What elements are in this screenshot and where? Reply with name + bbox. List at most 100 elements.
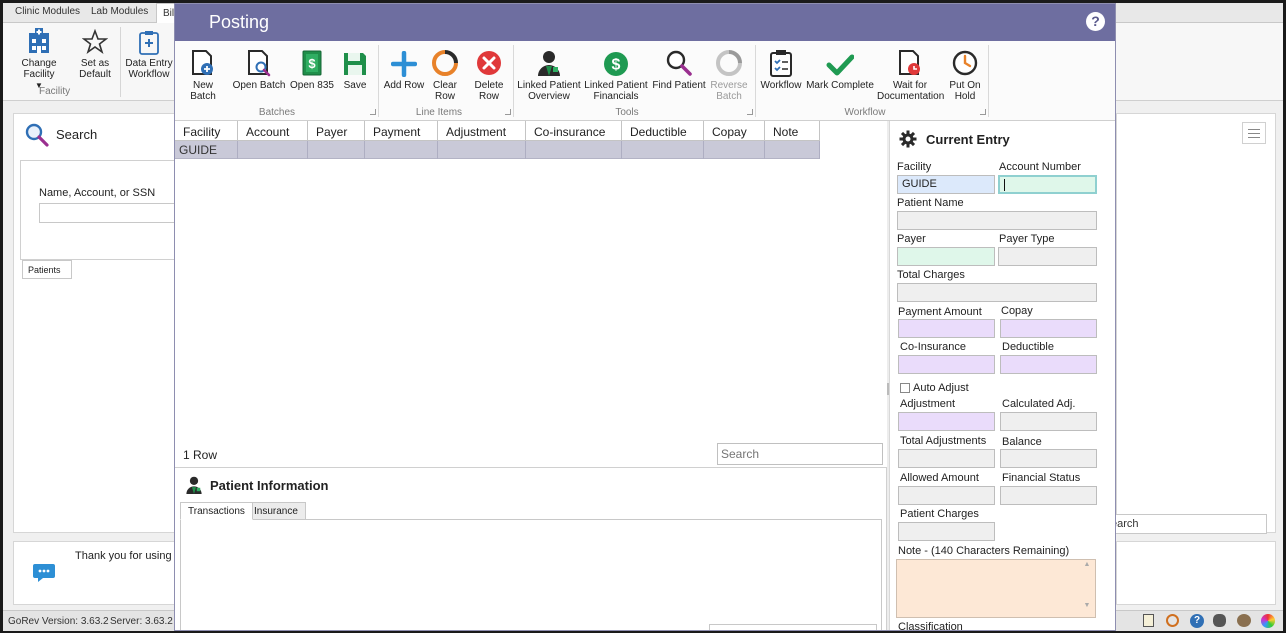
data-entry-clipboard-icon [139, 31, 159, 55]
gear-icon [899, 130, 917, 148]
cell-deductible[interactable] [622, 141, 704, 159]
adjustment-field[interactable] [898, 412, 995, 431]
note-label: Note - (140 Characters Remaining) [898, 545, 1070, 557]
hospital-icon [29, 28, 49, 53]
tab-transactions[interactable]: Transactions [180, 502, 253, 520]
open-835-button[interactable]: $ Open 835 [289, 47, 335, 91]
cell-account[interactable] [238, 141, 308, 159]
save-button[interactable]: Save [337, 47, 373, 91]
note-scrollbar[interactable]: ▲ ▼ [1080, 561, 1094, 616]
cell-co-insurance[interactable] [526, 141, 622, 159]
mark-complete-button[interactable]: Mark Complete [805, 47, 875, 91]
copay-field[interactable] [1000, 319, 1097, 338]
chat-bubble-icon[interactable] [32, 560, 56, 584]
column-header-deductible[interactable]: Deductible [622, 121, 704, 141]
cell-adjustment[interactable] [438, 141, 526, 159]
deductible-field[interactable] [1000, 355, 1097, 374]
cell-note[interactable] [765, 141, 820, 159]
column-header-adjustment[interactable]: Adjustment [438, 121, 526, 141]
payer-field[interactable] [897, 247, 995, 266]
patients-tab[interactable]: Patients [22, 260, 72, 279]
ribbon-separator [378, 45, 379, 117]
facility-field[interactable]: GUIDE [897, 175, 995, 194]
total-adjustments-field[interactable] [898, 449, 995, 468]
transactions-search-input[interactable] [709, 624, 877, 630]
payment-amount-field[interactable] [898, 319, 995, 338]
clear-row-button[interactable]: Clear Row [428, 47, 462, 102]
tab-clinic-modules[interactable]: Clinic Modules [15, 6, 80, 17]
right-search-input[interactable]: earch [1107, 514, 1267, 534]
column-header-account[interactable]: Account [238, 121, 308, 141]
column-header-co-insurance[interactable]: Co-insurance [526, 121, 622, 141]
column-header-facility[interactable]: Facility [175, 121, 238, 141]
tools-group-expander[interactable] [747, 109, 753, 115]
allowed-amount-field[interactable] [898, 486, 995, 505]
cell-payment[interactable] [365, 141, 438, 159]
auto-adjust-checkbox[interactable] [900, 383, 910, 393]
cell-payer[interactable] [308, 141, 365, 159]
note-textarea[interactable] [896, 559, 1096, 618]
name-account-ssn-input[interactable] [39, 203, 179, 223]
linked-overview-label-1: Linked Patient [517, 80, 581, 91]
workflow-group-expander[interactable] [980, 109, 986, 115]
ribbon-separator [988, 45, 989, 117]
hamburger-menu-icon[interactable] [1242, 122, 1266, 144]
new-batch-button[interactable]: New Batch [179, 47, 227, 102]
line-items-group-expander[interactable] [505, 109, 511, 115]
patient-name-field[interactable] [897, 211, 1097, 230]
checkmark-icon [826, 54, 854, 76]
add-row-button[interactable]: Add Row [382, 47, 426, 91]
data-entry-workflow-button[interactable]: Data Entry Workflow [123, 29, 175, 80]
put-on-hold-button[interactable]: Put On Hold [945, 47, 985, 102]
user-avatar-icon[interactable] [1237, 614, 1251, 627]
reverse-batch-button[interactable]: Reverse Batch [709, 47, 749, 102]
delete-row-button[interactable]: Delete Row [469, 47, 509, 102]
line-items-group-label: Line Items [415, 107, 463, 118]
help-icon[interactable]: ? [1190, 614, 1204, 628]
total-charges-field[interactable] [897, 283, 1097, 302]
total-charges-label: Total Charges [897, 269, 965, 281]
color-wheel-icon[interactable] [1261, 614, 1275, 628]
cell-facility[interactable]: GUIDE [175, 141, 238, 159]
linked-financials-label-2: Financials [593, 91, 639, 102]
find-patient-button[interactable]: Find Patient [651, 47, 707, 91]
co-insurance-field[interactable] [898, 355, 995, 374]
workflow-button[interactable]: Workflow [759, 47, 803, 91]
posting-window: Posting ? New Batch Open Batch $ Open 83… [174, 3, 1116, 631]
gear-orange-icon[interactable] [1166, 614, 1179, 627]
open-batch-button[interactable]: Open Batch [231, 47, 287, 91]
bug-icon[interactable] [1213, 614, 1226, 627]
deductible-label: Deductible [1002, 341, 1054, 353]
scroll-up-icon[interactable]: ▲ [1080, 561, 1094, 568]
help-button[interactable]: ? [1086, 12, 1105, 31]
find-icon [666, 50, 692, 76]
column-header-payer[interactable]: Payer [308, 121, 365, 141]
wait-for-documentation-button[interactable]: Wait for Documentation [877, 47, 944, 102]
account-number-field[interactable] [998, 175, 1097, 194]
payer-type-field[interactable] [998, 247, 1097, 266]
balance-field[interactable] [1000, 449, 1097, 468]
column-header-payment[interactable]: Payment [365, 121, 438, 141]
open-835-icon: $ [302, 50, 322, 76]
column-header-copay[interactable]: Copay [704, 121, 765, 141]
batches-group-expander[interactable] [370, 109, 376, 115]
change-facility-button[interactable]: Change Facility ▼ [7, 27, 71, 91]
cell-copay[interactable] [704, 141, 765, 159]
document-icon[interactable] [1143, 614, 1154, 627]
co-insurance-label: Co-Insurance [900, 341, 967, 353]
tab-insurance[interactable]: Insurance [246, 502, 306, 520]
patient-charges-field[interactable] [898, 522, 995, 541]
calculated-adj-field[interactable] [1000, 412, 1097, 431]
scroll-down-icon[interactable]: ▼ [1080, 602, 1094, 609]
tab-lab-modules[interactable]: Lab Modules [91, 6, 148, 17]
balance-label: Balance [1002, 436, 1042, 448]
linked-patient-financials-button[interactable]: $ Linked Patient Financials [583, 47, 649, 102]
set-as-default-button[interactable]: Set as Default [75, 29, 115, 80]
financial-status-field[interactable] [1000, 486, 1097, 505]
linked-patient-overview-button[interactable]: Linked Patient Overview [517, 47, 581, 102]
grid-search-input[interactable] [717, 443, 883, 465]
reverse-batch-label-2: Batch [716, 91, 742, 102]
column-header-note[interactable]: Note [765, 121, 820, 141]
new-batch-icon [192, 50, 213, 75]
table-row[interactable]: GUIDE [175, 141, 820, 159]
